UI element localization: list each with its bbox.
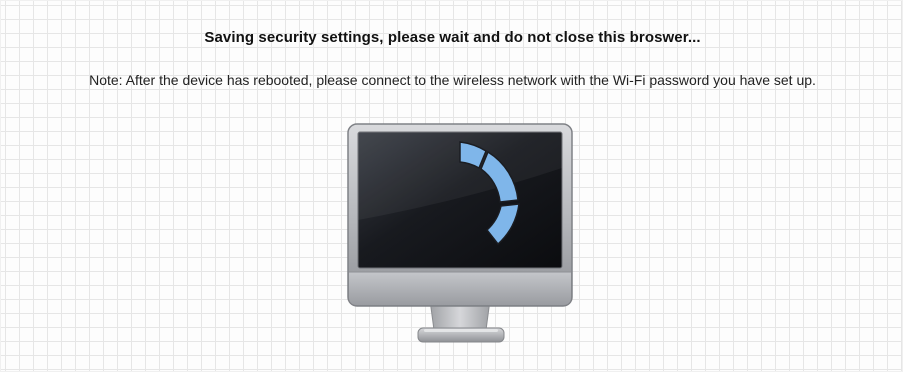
reboot-note: Note: After the device has rebooted, ple… <box>89 72 816 88</box>
saving-status-title: Saving security settings, please wait an… <box>204 29 701 46</box>
monitor-icon <box>346 122 576 352</box>
page-frame: Saving security settings, please wait an… <box>0 0 903 372</box>
